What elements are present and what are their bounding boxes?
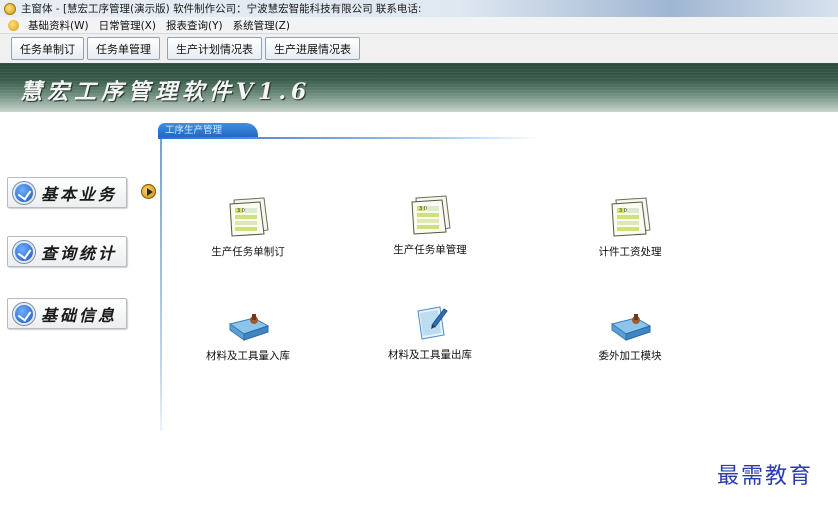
document-edit-icon bbox=[410, 305, 450, 341]
title-bar: 主窗体 - [慧宏工序管理(演示版) 软件制作公司：宁波慧宏智能科技有限公司 联… bbox=[0, 0, 838, 17]
toolbox-icon bbox=[606, 312, 654, 342]
vertical-divider bbox=[160, 139, 162, 431]
nav-basic-info[interactable]: 基础信息 bbox=[7, 298, 127, 329]
nav-label: 基础信息 bbox=[41, 305, 118, 325]
section-divider bbox=[158, 137, 542, 139]
document-icon: 3 0 bbox=[406, 194, 454, 236]
task-order-create-button[interactable]: 任务单制订 bbox=[11, 37, 84, 60]
module-label: 生产任务单管理 bbox=[393, 244, 467, 256]
nav-query-statistics[interactable]: 查询统计 bbox=[7, 236, 127, 267]
module-outsourcing[interactable]: 委外加工模块 bbox=[575, 312, 685, 363]
app-banner: 慧宏工序管理软件V1.6 bbox=[0, 63, 838, 112]
production-plan-report-button[interactable]: 生产计划情况表 bbox=[167, 37, 262, 60]
window-title: 主窗体 - [慧宏工序管理(演示版) 软件制作公司：宁波慧宏智能科技有限公司 联… bbox=[21, 3, 422, 15]
menu-daily-management[interactable]: 日常管理(X) bbox=[98, 18, 157, 33]
module-label: 材料及工具量入库 bbox=[206, 350, 290, 362]
nav-label: 基本业务 bbox=[41, 184, 118, 204]
module-piece-wage[interactable]: 3 0 计件工资处理 bbox=[575, 196, 685, 259]
task-order-manage-button[interactable]: 任务单管理 bbox=[87, 37, 160, 60]
menu-basic-data[interactable]: 基础资料(W) bbox=[27, 18, 90, 33]
production-progress-report-button[interactable]: 生产进展情况表 bbox=[265, 37, 360, 60]
arrow-right-icon bbox=[141, 184, 156, 199]
svg-text:3 0: 3 0 bbox=[619, 208, 627, 214]
section-tab[interactable]: 工序生产管理 bbox=[158, 123, 258, 138]
svg-text:3 0: 3 0 bbox=[419, 206, 427, 212]
check-circle-icon bbox=[13, 181, 35, 204]
banner-title: 慧宏工序管理软件V1.6 bbox=[20, 79, 312, 105]
watermark: 最需教育 bbox=[717, 464, 814, 489]
module-label: 计件工资处理 bbox=[598, 246, 662, 258]
module-label: 材料及工具量出库 bbox=[388, 349, 472, 361]
nav-basic-business[interactable]: 基本业务 bbox=[7, 177, 127, 208]
menu-system-management[interactable]: 系统管理(Z) bbox=[232, 18, 291, 33]
module-create-task-order[interactable]: 3 0 生产任务单制订 bbox=[193, 196, 303, 259]
check-circle-icon bbox=[13, 240, 35, 263]
module-material-tool-inbound[interactable]: 材料及工具量入库 bbox=[193, 312, 303, 363]
check-circle-icon bbox=[13, 302, 35, 325]
menu-report-query[interactable]: 报表查询(Y) bbox=[165, 18, 224, 33]
menu-bar: 基础资料(W) 日常管理(X) 报表查询(Y) 系统管理(Z) bbox=[0, 17, 838, 34]
document-icon: 3 0 bbox=[224, 196, 272, 238]
toolbox-icon bbox=[224, 312, 272, 342]
menu-app-icon[interactable] bbox=[8, 19, 19, 31]
module-material-tool-outbound[interactable]: 材料及工具量出库 bbox=[375, 305, 485, 362]
toolbar: 任务单制订 任务单管理 生产计划情况表 生产进展情况表 bbox=[0, 34, 838, 63]
module-label: 生产任务单制订 bbox=[211, 246, 285, 258]
module-manage-task-order[interactable]: 3 0 生产任务单管理 bbox=[375, 194, 485, 257]
svg-text:3 0: 3 0 bbox=[237, 208, 245, 214]
module-label: 委外加工模块 bbox=[598, 350, 662, 362]
nav-label: 查询统计 bbox=[41, 243, 118, 263]
document-icon: 3 0 bbox=[606, 196, 654, 238]
app-icon bbox=[4, 2, 16, 15]
